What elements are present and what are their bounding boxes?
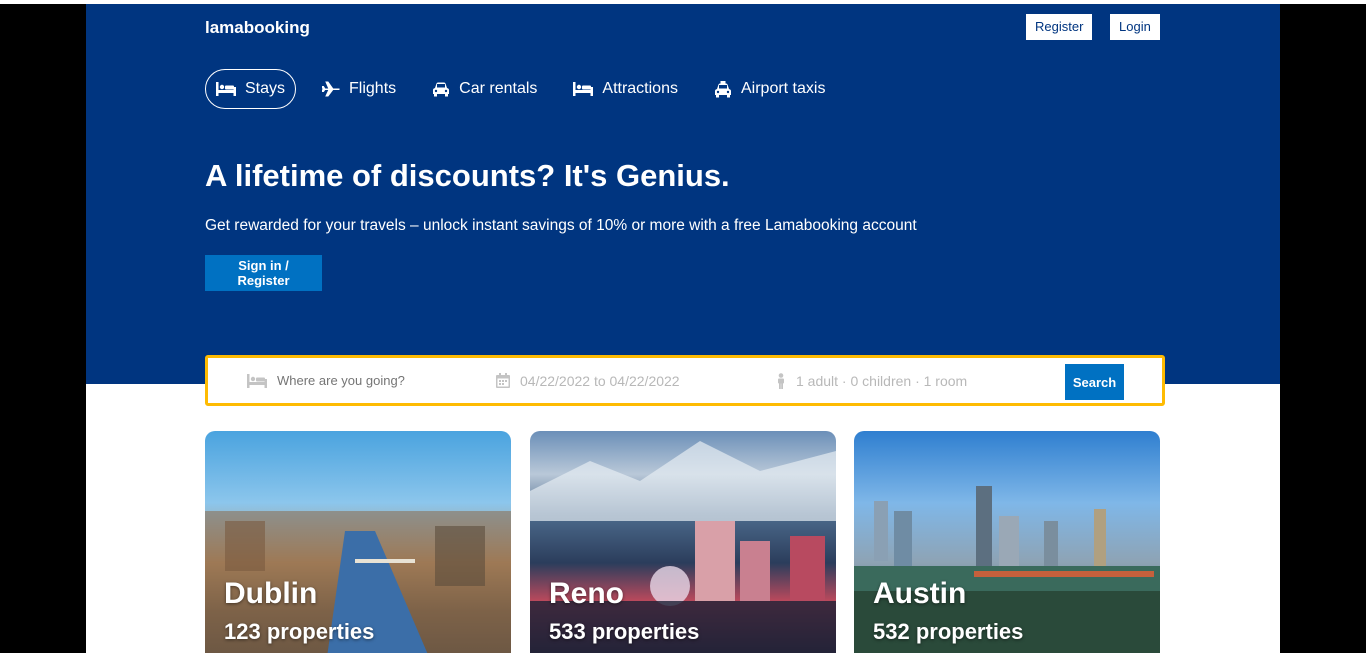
destination-input[interactable] — [277, 373, 447, 388]
tab-flights[interactable]: Flights — [312, 69, 406, 109]
featured-card-austin[interactable]: Austin 532 properties — [854, 431, 1160, 653]
tab-label: Car rentals — [459, 80, 538, 97]
featured-card-reno[interactable]: Reno 533 properties — [530, 431, 836, 653]
calendar-icon — [496, 373, 510, 388]
guests-options[interactable]: 1 adult · 0 children · 1 room — [776, 358, 967, 403]
tab-label: Flights — [349, 80, 397, 97]
bed-icon — [216, 82, 236, 96]
hero-section: lamabooking Register Login Stays Flights… — [86, 4, 1280, 384]
tab-attractions[interactable]: Attractions — [563, 69, 688, 109]
person-icon — [778, 372, 784, 389]
search-button[interactable]: Search — [1065, 364, 1124, 400]
hero-title: A lifetime of discounts? It's Genius. — [205, 158, 730, 193]
hero-description: Get rewarded for your travels – unlock i… — [205, 217, 917, 234]
city-name: Reno — [549, 577, 624, 610]
property-count: 532 properties — [873, 619, 1024, 644]
taxi-icon — [714, 80, 731, 97]
featured-card-dublin[interactable]: Dublin 123 properties — [205, 431, 511, 653]
site-logo[interactable]: lamabooking — [205, 18, 310, 38]
nav-tabs: Stays Flights Car rentals Attractions Ai… — [205, 69, 851, 109]
city-name: Dublin — [224, 577, 318, 610]
property-count: 123 properties — [224, 619, 375, 644]
register-button[interactable]: Register — [1026, 14, 1093, 40]
tab-airport-taxis[interactable]: Airport taxis — [704, 69, 835, 109]
tab-car-rentals[interactable]: Car rentals — [422, 69, 547, 109]
page: lamabooking Register Login Stays Flights… — [86, 4, 1280, 653]
tab-label: Stays — [245, 80, 286, 97]
destination-field[interactable] — [247, 358, 447, 403]
plane-icon — [322, 81, 340, 97]
login-button[interactable]: Login — [1110, 14, 1160, 40]
guests-options-text: 1 adult · 0 children · 1 room — [796, 372, 968, 389]
tab-stays[interactable]: Stays — [205, 69, 297, 109]
search-bar: 04/22/2022 to 04/22/2022 1 adult · 0 chi… — [205, 355, 1165, 406]
tab-label: Attractions — [602, 80, 678, 97]
city-name: Austin — [873, 577, 967, 610]
bed-icon — [247, 373, 267, 388]
bed-icon — [573, 82, 594, 96]
tab-label: Airport taxis — [740, 80, 826, 97]
car-icon — [433, 82, 450, 96]
date-range-text: 04/22/2022 to 04/22/2022 — [520, 372, 680, 389]
date-picker[interactable]: 04/22/2022 to 04/22/2022 — [496, 358, 680, 403]
sign-in-register-button[interactable]: Sign in / Register — [205, 255, 322, 291]
property-count: 533 properties — [549, 619, 700, 644]
